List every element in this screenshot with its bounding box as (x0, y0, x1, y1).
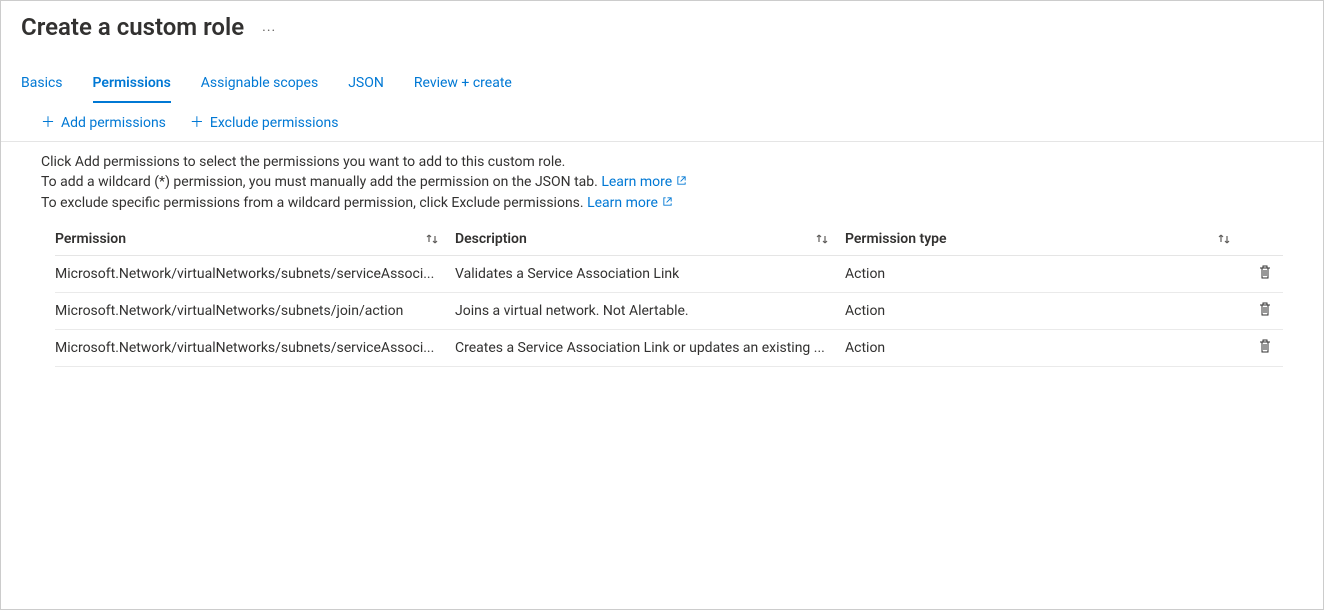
tab-basics[interactable]: Basics (21, 75, 63, 103)
help-line-3: To exclude specific permissions from a w… (41, 193, 1303, 213)
help-line-2-text: To add a wildcard (*) permission, you mu… (41, 174, 601, 190)
permissions-table: Permission Description Permission type M… (1, 223, 1323, 367)
cell-description: Joins a virtual network. Not Alertable. (455, 303, 845, 319)
cell-description: Creates a Service Association Link or up… (455, 340, 845, 356)
tab-permissions[interactable]: Permissions (93, 75, 171, 103)
plus-icon: ＋ (190, 116, 204, 130)
cell-type: Action (845, 303, 1247, 319)
delete-row-button[interactable] (1257, 301, 1273, 317)
learn-more-link-1[interactable]: Learn more (601, 172, 687, 192)
more-menu-button[interactable]: ... (262, 19, 276, 35)
add-permissions-label: Add permissions (61, 115, 166, 131)
cell-description: Validates a Service Association Link (455, 266, 845, 282)
add-permissions-button[interactable]: ＋ Add permissions (41, 115, 166, 131)
learn-more-label: Learn more (587, 193, 658, 213)
sort-icon[interactable] (1217, 233, 1247, 245)
cell-permission: Microsoft.Network/virtualNetworks/subnet… (55, 340, 455, 356)
column-header-description[interactable]: Description (455, 231, 527, 247)
column-header-type[interactable]: Permission type (845, 231, 947, 247)
help-line-2: To add a wildcard (*) permission, you mu… (41, 172, 1303, 192)
table-header-row: Permission Description Permission type (55, 223, 1283, 256)
delete-row-button[interactable] (1257, 338, 1273, 354)
cell-type: Action (845, 340, 1247, 356)
learn-more-label: Learn more (601, 172, 672, 192)
tab-assignable-scopes[interactable]: Assignable scopes (201, 75, 318, 103)
help-line-3-text: To exclude specific permissions from a w… (41, 195, 587, 211)
column-header-permission[interactable]: Permission (55, 231, 126, 247)
external-link-icon (662, 193, 673, 213)
exclude-permissions-button[interactable]: ＋ Exclude permissions (190, 115, 339, 131)
table-row[interactable]: Microsoft.Network/virtualNetworks/subnet… (55, 330, 1283, 367)
sort-icon[interactable] (425, 233, 455, 245)
sort-icon[interactable] (815, 233, 845, 245)
toolbar: ＋ Add permissions ＋ Exclude permissions (1, 103, 1323, 142)
help-line-1: Click Add permissions to select the perm… (41, 152, 1303, 172)
delete-row-button[interactable] (1257, 264, 1273, 280)
cell-type: Action (845, 266, 1247, 282)
tab-review-create[interactable]: Review + create (414, 75, 512, 103)
help-text-block: Click Add permissions to select the perm… (1, 142, 1323, 223)
learn-more-link-2[interactable]: Learn more (587, 193, 673, 213)
tab-bar: Basics Permissions Assignable scopes JSO… (1, 41, 1323, 103)
cell-permission: Microsoft.Network/virtualNetworks/subnet… (55, 266, 455, 282)
exclude-permissions-label: Exclude permissions (210, 115, 339, 131)
cell-permission: Microsoft.Network/virtualNetworks/subnet… (55, 303, 455, 319)
table-row[interactable]: Microsoft.Network/virtualNetworks/subnet… (55, 256, 1283, 293)
page-title: Create a custom role (21, 13, 244, 41)
plus-icon: ＋ (41, 116, 55, 130)
tab-json[interactable]: JSON (348, 75, 384, 103)
table-row[interactable]: Microsoft.Network/virtualNetworks/subnet… (55, 293, 1283, 330)
external-link-icon (676, 172, 687, 192)
